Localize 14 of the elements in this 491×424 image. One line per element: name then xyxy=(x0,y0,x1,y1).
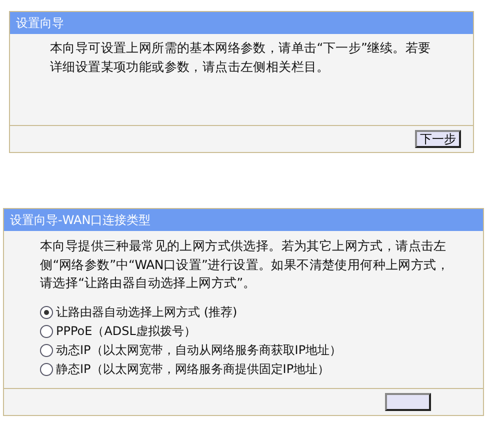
radio-button[interactable] xyxy=(40,306,53,318)
panel-title: 设置向导 xyxy=(10,12,473,34)
instruction-text: 本向导可设置上网所需的基本网络参数，请单击“下一步”继续。若要详细设置某项功能或参数，请点击左侧相关栏目。 xyxy=(49,39,432,76)
option-label[interactable]: 让路由器自动选择上网方式 (推荐) xyxy=(56,304,238,320)
option-label[interactable]: PPPoE（ADSL虚拟拨号） xyxy=(56,322,196,340)
instruction-text: 本向导提供三种最常见的上网方式供选择。若为其它上网方式，请点击左侧“网络参数”中“WAN口设置”进行设置。如果不清楚使用何种上网方式，请选择“让路由器自动选择上网方式”。 xyxy=(39,237,450,292)
next-button[interactable]: 下一步 xyxy=(415,130,461,148)
panel-title: 设置向导-WAN口连接类型 xyxy=(4,209,483,231)
radio-button[interactable] xyxy=(40,362,53,376)
radio-button[interactable] xyxy=(40,324,53,338)
option-label[interactable]: 静态IP（以太网宽带，网络服务商提供固定IP地址） xyxy=(56,360,330,378)
blank-button[interactable] xyxy=(385,393,431,411)
option-label[interactable]: 动态IP（以太网宽带，自动从网络服务商获取IP地址） xyxy=(56,342,342,358)
radio-button[interactable] xyxy=(40,344,53,356)
